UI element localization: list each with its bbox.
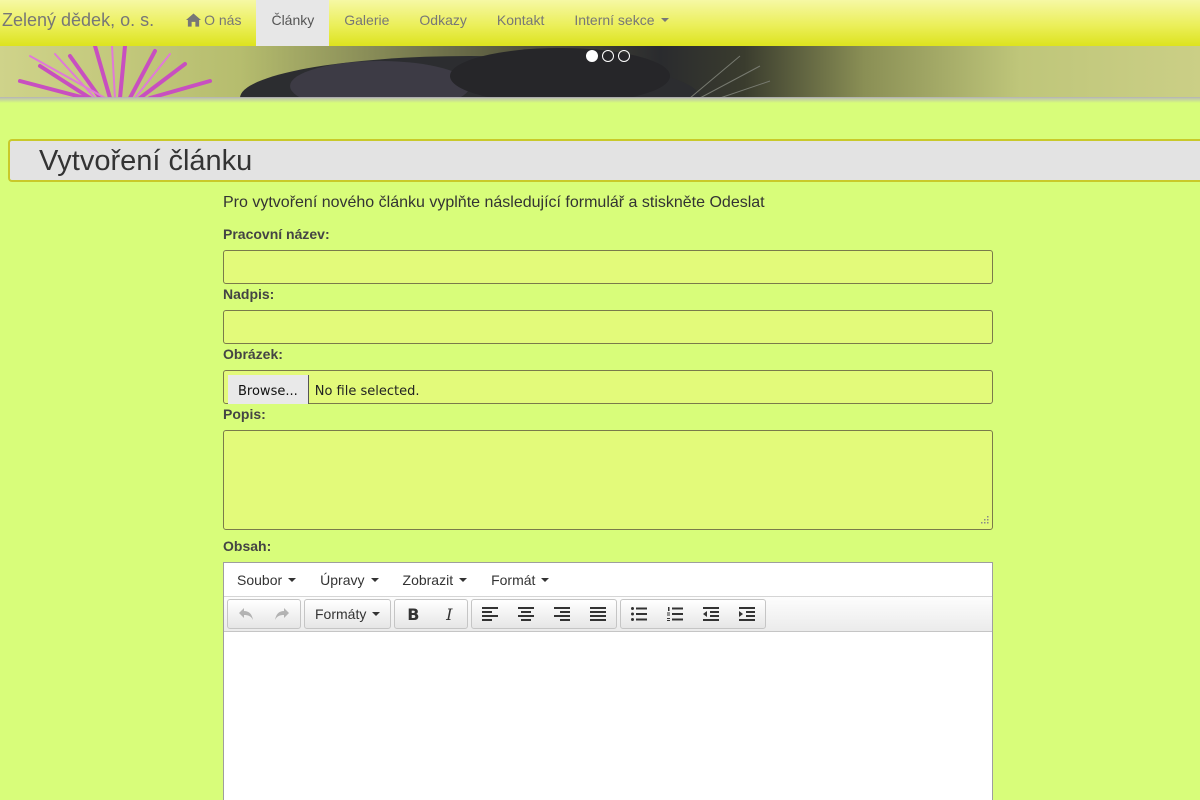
banner-shadow [0, 97, 1200, 103]
align-center-icon [518, 607, 535, 621]
align-justify-button[interactable] [580, 600, 616, 628]
align-right-button[interactable] [544, 600, 580, 628]
undo-button[interactable] [228, 600, 264, 628]
italic-icon: I [446, 604, 453, 624]
browse-button[interactable]: Browse... [228, 374, 309, 404]
outdent-button[interactable] [693, 600, 729, 628]
carousel-indicators [586, 50, 630, 62]
heading-input[interactable] [223, 310, 993, 344]
style-group: B I [394, 599, 469, 629]
working-name-label: Pracovní název: [223, 226, 330, 242]
undo-icon [239, 608, 253, 620]
align-left-button[interactable] [472, 600, 508, 628]
navbar: Zelený dědek, o. s. O nás Články Galerie… [0, 0, 1200, 46]
page-title: Vytvoření článku [39, 145, 253, 177]
menu-zobrazit[interactable]: Zobrazit [394, 572, 477, 588]
list-group [620, 599, 767, 629]
align-center-button[interactable] [508, 600, 544, 628]
resize-grip-icon[interactable] [979, 516, 989, 526]
indent-icon [739, 607, 756, 621]
nav-item-odkazy[interactable]: Odkazy [404, 0, 481, 46]
numbered-list-button[interactable] [657, 600, 693, 628]
image-label: Obrázek: [223, 346, 283, 362]
nav-item-interni-sekce[interactable]: Interní sekce [559, 0, 683, 46]
carousel-dot-3[interactable] [618, 50, 630, 62]
outdent-icon [703, 607, 720, 621]
brand-link[interactable]: Zelený dědek, o. s. [0, 0, 171, 40]
caret-down-icon [660, 18, 669, 22]
formats-group: Formáty [304, 599, 392, 629]
carousel-dot-1[interactable] [586, 50, 598, 62]
caret-down-icon [370, 577, 379, 582]
carousel-banner [0, 46, 1200, 98]
image-file-input[interactable]: Browse... No file selected. [223, 370, 993, 404]
nav-item-clanky[interactable]: Články [256, 0, 330, 46]
nav-item-label: Galerie [344, 12, 390, 28]
description-textarea[interactable] [223, 430, 993, 530]
align-right-icon [554, 607, 571, 621]
description-label: Popis: [223, 406, 266, 422]
nav-item-label: Kontakt [496, 12, 545, 28]
align-group [471, 599, 618, 629]
menu-soubor[interactable]: Soubor [228, 572, 305, 588]
working-name-input[interactable] [223, 250, 993, 284]
history-group [227, 599, 301, 629]
rich-text-editor: Soubor Úpravy Zobrazit Formát Formáty B … [223, 562, 993, 800]
redo-button[interactable] [264, 600, 300, 628]
page-header: Vytvoření článku [8, 139, 1200, 182]
file-status: No file selected. [314, 383, 420, 399]
align-justify-icon [590, 607, 607, 621]
nav-item-galerie[interactable]: Galerie [329, 0, 404, 46]
heading-label: Nadpis: [223, 286, 275, 302]
nav-item-kontakt[interactable]: Kontakt [482, 0, 559, 46]
caret-down-icon [541, 577, 550, 582]
home-icon [186, 13, 202, 27]
indent-button[interactable] [729, 600, 765, 628]
menu-format[interactable]: Formát [482, 572, 558, 588]
caret-down-icon [372, 612, 381, 616]
editor-content-area[interactable] [224, 632, 992, 800]
nav-item-label: Články [271, 12, 315, 28]
menu-label: Úpravy [320, 571, 365, 588]
form-intro: Pro vytvoření nového článku vyplňte násl… [223, 194, 765, 211]
bold-icon: B [407, 604, 420, 624]
caret-down-icon [288, 577, 297, 582]
menu-upravy[interactable]: Úpravy [311, 572, 387, 588]
create-article-form: Pro vytvoření nového článku vyplňte násl… [223, 194, 993, 800]
italic-button[interactable]: I [431, 600, 467, 628]
nav-item-o-nas[interactable]: O nás [171, 0, 256, 46]
menu-label: Formát [491, 571, 536, 588]
redo-icon [275, 608, 289, 620]
editor-toolbar: Formáty B I [224, 597, 992, 632]
nav-item-label: Interní sekce [574, 12, 655, 28]
align-left-icon [482, 607, 499, 621]
menu-label: Soubor [237, 571, 283, 588]
formats-dropdown[interactable]: Formáty [305, 600, 390, 628]
content-label: Obsah: [223, 538, 272, 554]
bullet-list-icon [631, 607, 648, 621]
formats-label: Formáty [315, 606, 367, 622]
carousel-dot-2[interactable] [602, 50, 614, 62]
bullet-list-button[interactable] [621, 600, 657, 628]
menu-label: Zobrazit [402, 571, 454, 588]
numbered-list-icon [667, 607, 684, 621]
caret-down-icon [459, 577, 468, 582]
nav-item-label: Odkazy [419, 12, 467, 28]
nav-item-label: O nás [204, 12, 242, 28]
editor-menubar: Soubor Úpravy Zobrazit Formát [224, 563, 992, 597]
bold-button[interactable]: B [395, 600, 431, 628]
